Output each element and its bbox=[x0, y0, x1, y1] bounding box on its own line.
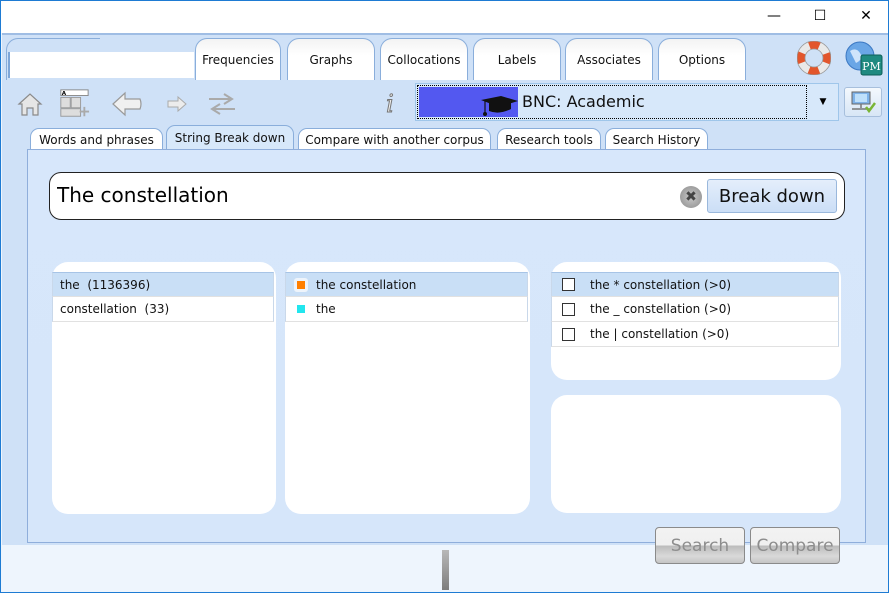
tab-label: Graphs bbox=[309, 52, 353, 67]
tab-label: String Break down bbox=[174, 131, 286, 145]
pattern-list: the * constellation (>0) the _ constella… bbox=[551, 262, 841, 380]
tab-label: Options bbox=[678, 52, 726, 67]
list-item[interactable]: constellation (33) bbox=[52, 297, 274, 322]
pm-globe-icon[interactable]: PM bbox=[844, 41, 884, 77]
corpus-selected: BNC: Academic bbox=[417, 85, 807, 119]
subtab-compare-with-another-corpus[interactable]: Compare with another corpus bbox=[298, 128, 491, 150]
item-label: the * constellation (>0) bbox=[590, 277, 732, 292]
sub-tabs: Words and phrases String Break down Comp… bbox=[30, 125, 730, 150]
ribbon: Frequencies Graphs Collocations Labels A… bbox=[2, 33, 888, 564]
tab-blank-1[interactable] bbox=[6, 38, 100, 80]
list-item[interactable]: the _ constellation (>0) bbox=[551, 297, 839, 322]
lifebuoy-icon[interactable] bbox=[796, 40, 832, 76]
graduation-cap-icon bbox=[481, 96, 518, 116]
toolbar: A i BNC: Academic ▼ bbox=[10, 79, 882, 123]
svg-text:A: A bbox=[62, 91, 67, 97]
svg-text:PM: PM bbox=[862, 60, 881, 73]
item-label: constellation (33) bbox=[60, 302, 170, 316]
subtab-words-and-phrases[interactable]: Words and phrases bbox=[30, 128, 163, 150]
tab-labels[interactable]: Labels bbox=[473, 38, 561, 80]
info-icon[interactable]: i bbox=[374, 89, 406, 119]
break-down-button[interactable]: Break down bbox=[707, 179, 837, 213]
item-label: the (1136396) bbox=[60, 277, 151, 292]
tab-label: Collocations bbox=[387, 52, 461, 67]
search-button[interactable]: Search bbox=[655, 527, 745, 564]
string-breakdown-panel: ✖ Break down the (1136396) constellation… bbox=[27, 149, 866, 564]
phrase-list: the constellation the bbox=[285, 262, 530, 514]
tab-label: Research tools bbox=[505, 132, 593, 147]
color-marker-icon bbox=[294, 302, 308, 316]
item-label: the _ constellation (>0) bbox=[590, 302, 732, 316]
corpus-color-swatch bbox=[419, 87, 518, 117]
close-button[interactable]: ✕ bbox=[843, 1, 889, 31]
maximize-button[interactable]: ☐ bbox=[797, 1, 843, 31]
compare-button[interactable]: Compare bbox=[750, 527, 840, 564]
pattern-checkbox[interactable] bbox=[562, 278, 575, 291]
corpus-dropdown[interactable]: BNC: Academic ▼ bbox=[415, 83, 839, 121]
list-item[interactable]: the | constellation (>0) bbox=[551, 322, 839, 347]
corpus-label: BNC: Academic bbox=[522, 92, 645, 111]
subtab-string-break-down[interactable]: String Break down bbox=[166, 125, 294, 150]
tab-frequencies[interactable]: Frequencies bbox=[195, 38, 281, 80]
item-label: the bbox=[316, 302, 336, 316]
tab-label: Frequencies bbox=[202, 52, 274, 67]
subtab-research-tools[interactable]: Research tools bbox=[497, 128, 601, 150]
tab-label: Words and phrases bbox=[39, 132, 154, 147]
results-box bbox=[551, 395, 841, 513]
tab-associates[interactable]: Associates bbox=[565, 38, 653, 80]
home-icon[interactable] bbox=[14, 89, 46, 119]
forward-arrow-icon[interactable] bbox=[161, 89, 193, 119]
main-tabs: Frequencies Graphs Collocations Labels A… bbox=[2, 35, 792, 80]
subtab-search-history[interactable]: Search History bbox=[605, 128, 708, 150]
list-item[interactable]: the constellation bbox=[285, 272, 528, 297]
network-computer-check-icon bbox=[851, 91, 876, 114]
table-add-icon[interactable]: A bbox=[58, 89, 90, 119]
list-item[interactable]: the * constellation (>0) bbox=[551, 272, 839, 297]
word-frequency-list: the (1136396) constellation (33) bbox=[52, 262, 276, 514]
minimize-button[interactable]: — bbox=[751, 1, 797, 31]
swap-arrows-icon[interactable] bbox=[206, 89, 238, 119]
app-window: — ☐ ✕ Frequencies Graphs Collocations La… bbox=[0, 0, 889, 593]
list-item[interactable]: the bbox=[285, 297, 528, 322]
tab-graphs[interactable]: Graphs bbox=[287, 38, 375, 80]
splitter-handle[interactable] bbox=[442, 550, 449, 590]
search-input[interactable] bbox=[57, 179, 657, 211]
pattern-checkbox[interactable] bbox=[562, 327, 575, 341]
title-bar: — ☐ ✕ bbox=[1, 1, 888, 33]
search-box: ✖ Break down bbox=[49, 172, 845, 220]
clear-icon[interactable]: ✖ bbox=[680, 186, 702, 208]
tab-label: Labels bbox=[497, 52, 537, 67]
item-label: the constellation bbox=[316, 277, 417, 292]
network-button[interactable] bbox=[844, 87, 882, 117]
tab-label: Associates bbox=[577, 52, 641, 67]
chevron-down-icon[interactable]: ▼ bbox=[808, 84, 838, 120]
tab-label: Compare with another corpus bbox=[305, 132, 484, 147]
color-marker-icon bbox=[294, 277, 308, 292]
tab-label: Search History bbox=[612, 132, 701, 147]
back-arrow-icon[interactable] bbox=[111, 89, 143, 119]
list-item[interactable]: the (1136396) bbox=[52, 272, 274, 297]
item-label: the | constellation (>0) bbox=[590, 327, 730, 341]
pattern-checkbox[interactable] bbox=[562, 302, 575, 316]
tab-collocations[interactable]: Collocations bbox=[380, 38, 468, 80]
tab-options[interactable]: Options bbox=[658, 38, 746, 80]
